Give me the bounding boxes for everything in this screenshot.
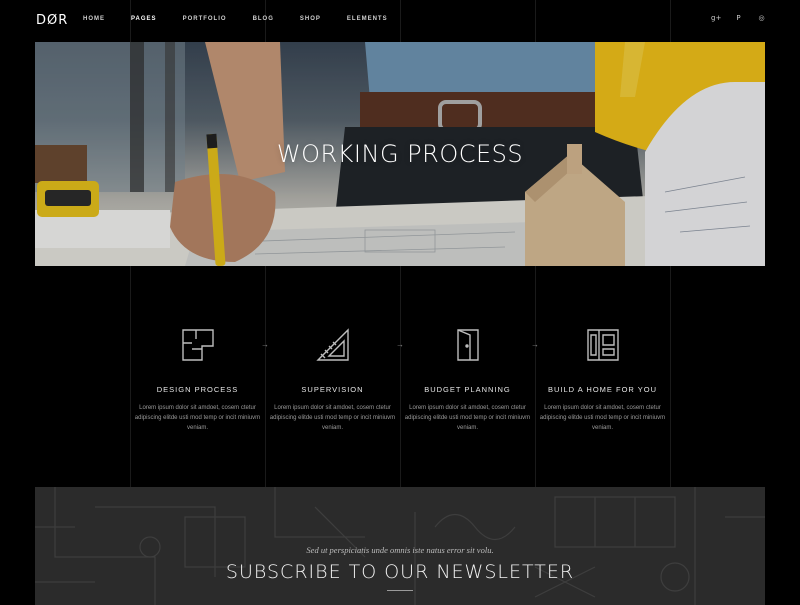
nav-item-elements[interactable]: ELEMENTS bbox=[347, 16, 388, 22]
wardrobe-icon bbox=[586, 329, 619, 361]
nav-item-pages[interactable]: PAGES bbox=[131, 16, 157, 22]
dribbble-icon[interactable]: ◎ bbox=[757, 14, 766, 23]
nav-item-blog[interactable]: BLOG bbox=[253, 16, 274, 22]
hero-title: WORKING PROCESS bbox=[276, 140, 524, 168]
process-step: DESIGN PROCESS Lorem ipsum dolor sit amd… bbox=[130, 320, 265, 433]
process-steps: DESIGN PROCESS Lorem ipsum dolor sit amd… bbox=[130, 320, 670, 440]
pinterest-icon[interactable]: P bbox=[734, 14, 743, 23]
google-plus-icon[interactable]: g+ bbox=[711, 14, 721, 23]
step-text: Lorem ipsum dolor sit amdoet, cosem ctet… bbox=[404, 405, 531, 431]
step-title: SUPERVISION bbox=[301, 385, 364, 394]
newsletter-divider bbox=[387, 590, 413, 591]
newsletter-title: SUBSCRIBE TO OUR NEWSLETTER bbox=[225, 561, 575, 583]
step-title: DESIGN PROCESS bbox=[156, 385, 239, 394]
main-nav: HOME PAGES PORTFOLIO BLOG SHOP ELEMENTS bbox=[83, 16, 414, 22]
newsletter-section: Sed ut perspiciatis unde omnis iste natu… bbox=[35, 487, 765, 605]
nav-item-home[interactable]: HOME bbox=[83, 16, 105, 22]
step-title: BUDGET PLANNING bbox=[424, 385, 511, 394]
newsletter-kicker: Sed ut perspiciatis unde omnis iste natu… bbox=[306, 545, 494, 555]
floor-plan-icon bbox=[181, 329, 214, 361]
step-text: Lorem ipsum dolor sit amdoet, cosem ctet… bbox=[134, 405, 261, 431]
nav-item-portfolio[interactable]: PORTFOLIO bbox=[183, 16, 227, 22]
set-square-ruler-icon bbox=[315, 328, 349, 361]
door-icon bbox=[456, 329, 479, 361]
social-links: g+ P ◎ bbox=[711, 14, 766, 23]
step-text: Lorem ipsum dolor sit amdoet, cosem ctet… bbox=[539, 405, 666, 431]
step-title: BUILD A HOME FOR YOU bbox=[547, 385, 658, 394]
site-header: DØR HOME PAGES PORTFOLIO BLOG SHOP ELEME… bbox=[0, 0, 800, 42]
process-step: BUDGET PLANNING Lorem ipsum dolor sit am… bbox=[400, 320, 535, 433]
step-text: Lorem ipsum dolor sit amdoet, cosem ctet… bbox=[269, 405, 396, 431]
process-step: SUPERVISION Lorem ipsum dolor sit amdoet… bbox=[265, 320, 400, 433]
site-logo[interactable]: DØR bbox=[36, 13, 68, 28]
process-step: BUILD A HOME FOR YOU Lorem ipsum dolor s… bbox=[535, 320, 670, 433]
nav-item-shop[interactable]: SHOP bbox=[300, 16, 321, 22]
hero-banner: WORKING PROCESS bbox=[35, 42, 765, 266]
